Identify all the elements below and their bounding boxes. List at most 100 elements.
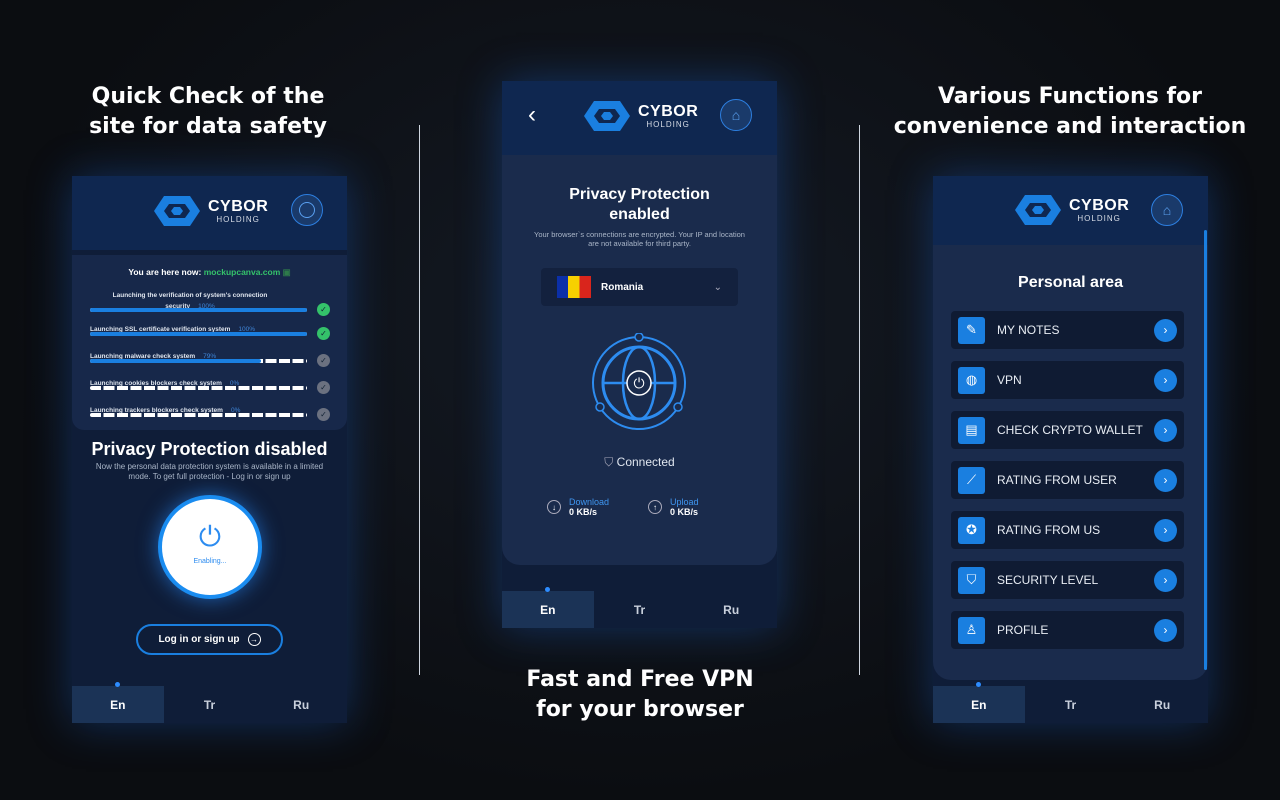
site-link[interactable]: mockupcanva.com [204,267,281,277]
globe-icon: ◍ [958,366,985,394]
download-icon: ↓ [547,500,561,514]
chevron-right-icon[interactable]: › [1154,368,1177,392]
logo: CYBOR HOLDING [1013,193,1129,227]
personal-card: Personal area ✎ MY NOTES › ◍ VPN › ▤ CHECK CRYP… [933,230,1208,680]
notes-icon: ✎ [958,316,985,344]
home-button[interactable]: ⌂ [1151,194,1183,226]
menu-item-rating-from-us[interactable]: ✪ RATING FROM US › [951,511,1184,549]
menu-item-my-notes[interactable]: ✎ MY NOTES › [951,311,1184,349]
login-icon: → [247,633,261,646]
phone-vpn: ‹ CYBOR HOLDING ⌂ Privacy Protection enab… [502,81,777,628]
progress-bar [90,386,307,390]
vpn-power-button[interactable]: ⏻ [589,333,689,433]
tab-en[interactable]: En [502,587,594,628]
cybor-logo-icon [154,196,200,226]
download-stat: ↓ Download 0 KB/s [547,497,609,517]
logo: CYBOR HOLDING [582,99,698,133]
check-row: Launching malware check system 79% ✓ [90,345,330,367]
language-tabs: En Tr Ru [933,682,1208,723]
upload-icon: ↑ [648,500,662,514]
vpn-title: Privacy Protection enabled [569,186,710,223]
menu-item-vpn[interactable]: ◍ VPN › [951,361,1184,399]
upload-stat: ↑ Upload 0 KB/s [648,497,699,517]
home-icon: ⌂ [731,107,741,123]
header: CYBOR HOLDING ⌂ [933,176,1208,245]
progress-bar [90,332,307,336]
tab-tr[interactable]: Tr [594,591,686,628]
check-icon: ✓ [317,381,330,394]
menu-item-check-crypto-wallet[interactable]: ▤ CHECK CRYPTO WALLET › [951,411,1184,449]
home-icon: ⌂ [1162,202,1172,218]
check-icon: ✓ [317,327,330,340]
divider [419,125,420,675]
caption-left: Quick Check of the site for data safety [89,84,327,139]
profile-icon: ♙ [958,616,985,644]
personal-title: Personal area [1018,274,1123,291]
chevron-right-icon[interactable]: › [1154,518,1177,542]
language-tabs: En Tr Ru [72,682,347,723]
user-icon [299,202,315,218]
header: CYBOR HOLDING [72,176,347,250]
tab-en[interactable]: En [933,682,1025,723]
power-icon: ⏻ [198,521,222,552]
chart-icon: ⟋ [958,466,985,494]
chevron-right-icon[interactable]: › [1154,468,1177,492]
logo: CYBOR HOLDING [152,194,268,228]
check-row: Launching trackers blockers check system… [90,399,330,421]
progress-bar [90,413,307,417]
menu-item-rating-from-user[interactable]: ⟋ RATING FROM USER › [951,461,1184,499]
tab-tr[interactable]: Tr [164,686,256,723]
login-button[interactable]: Log in or sign up → [136,624,283,655]
tab-ru[interactable]: Ru [685,591,777,628]
copy-icon: ▣ [282,267,291,277]
check-row: Launching SSL certificate verification s… [90,318,330,340]
language-tabs: En Tr Ru [502,587,777,628]
profile-button[interactable] [291,194,323,226]
tab-ru[interactable]: Ru [1116,686,1208,723]
chevron-right-icon[interactable]: › [1154,618,1177,642]
phone-privacy-check: CYBOR HOLDING You are here now: mockupcan… [72,176,347,723]
country-select[interactable]: Romania ⌄ [541,268,738,306]
power-status: Enabling... [193,558,227,565]
here-label: You are here now: [128,267,202,277]
check-icon: ✓ [317,303,330,316]
home-button[interactable]: ⌂ [720,99,752,131]
check-card: You are here now: mockupcanva.com ▣ Laun… [72,255,347,430]
chevron-right-icon[interactable]: › [1154,568,1177,592]
divider [859,125,860,675]
progress-bar [90,308,307,312]
award-icon: ✪ [958,516,985,544]
chevron-right-icon[interactable]: › [1154,418,1177,442]
check-icon: ✓ [317,354,330,367]
caption-right: Various Functions for convenience and int… [893,84,1247,139]
tab-tr[interactable]: Tr [1025,686,1117,723]
back-button[interactable]: ‹ [528,101,536,129]
shield-icon: ⛉ [958,566,985,594]
power-button[interactable]: ⏻ Enabling... [158,495,262,599]
privacy-title: Privacy Protection disabled [91,439,328,459]
progress-bar [90,359,307,363]
chevron-down-icon: ⌄ [713,281,722,293]
menu-item-profile[interactable]: ♙ PROFILE › [951,611,1184,649]
vpn-card: Privacy Protection enabled Your browser`… [502,155,777,565]
scrollbar[interactable] [1204,230,1207,670]
cybor-logo-icon [1015,195,1061,225]
tab-en[interactable]: En [72,682,164,723]
privacy-desc: Now the personal data protection system … [95,462,324,481]
check-row: Launching cookies blockers check system 0… [90,372,330,394]
wallet-icon: ▤ [958,416,985,444]
cybor-logo-icon [584,101,630,131]
vpn-desc: Your browser`s connections are encrypted… [534,230,745,248]
romania-flag-icon [557,276,591,298]
tab-ru[interactable]: Ru [255,686,347,723]
check-icon: ✓ [317,408,330,421]
caption-center: Fast and Free VPN for your browser [526,667,754,722]
connection-status: ⛉ Connected [604,455,675,469]
header: ‹ CYBOR HOLDING ⌂ [502,81,777,155]
phone-personal-area: CYBOR HOLDING ⌂ Personal area ✎ MY NOTES › ◍… [933,176,1208,723]
check-row: Launching the verification of system's c… [90,289,330,316]
menu-item-security-level[interactable]: ⛉ SECURITY LEVEL › [951,561,1184,599]
shield-icon: ⛉ [604,455,614,469]
power-icon: ⏻ [633,375,644,391]
chevron-right-icon[interactable]: › [1154,318,1177,342]
